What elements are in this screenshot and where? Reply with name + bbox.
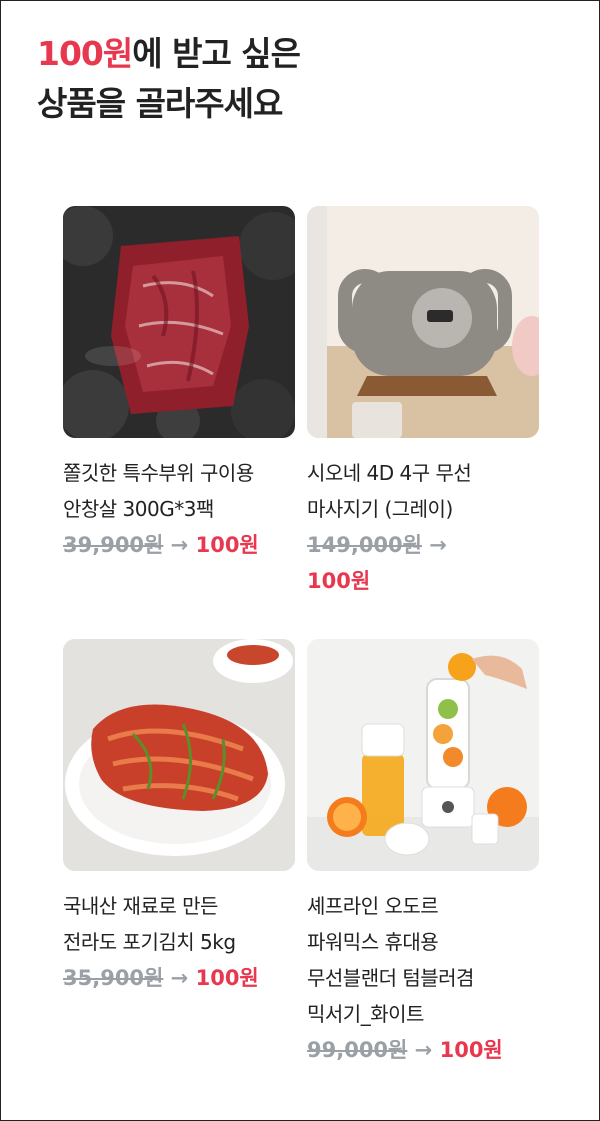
arrow-right-icon: → <box>170 966 189 990</box>
headline-line-2: 상품을 골라주세요 <box>37 84 283 123</box>
price-row-kimchi: 35,900원 → 100원 <box>63 960 295 996</box>
headline-price-accent: 100원 <box>37 34 133 73</box>
product-name-kimchi: 국내산 재료로 만든 전라도 포기김치 5kg <box>63 888 295 960</box>
original-price: 149,000원 <box>307 533 422 557</box>
product-name-beef: 쫄깃한 특수부위 구이용 안창살 300G*3팩 <box>63 455 295 527</box>
product-name-line: 마사지기 (그레이) <box>307 497 453 521</box>
product-name-line: 파워믹스 휴대용 <box>307 930 439 954</box>
product-card-massager[interactable]: 시오네 4D 4구 무선 마사지기 (그레이) 149,000원 → 100원 <box>307 206 539 599</box>
product-name-line: 무선블랜더 텀블러겸 <box>307 966 474 990</box>
sale-price: 100원 <box>439 1038 503 1062</box>
product-image-massager[interactable] <box>307 206 539 438</box>
promo-page: 100원에 받고 싶은 상품을 골라주세요 쫄깃한 특수부위 구이용 안창살 3… <box>0 0 600 1121</box>
product-name-line: 시오네 4D 4구 무선 <box>307 461 472 485</box>
product-name-line: 안창살 300G*3팩 <box>63 497 214 521</box>
beef-image <box>63 206 295 438</box>
sale-price: 100원 <box>307 569 371 593</box>
product-card-beef[interactable]: 쫄깃한 특수부위 구이용 안창살 300G*3팩 39,900원 → 100원 <box>63 206 295 563</box>
product-name-blender: 셰프라인 오도르 파워믹스 휴대용 무선블랜더 텀블러겸 믹서기_화이트 <box>307 888 539 1032</box>
product-name-massager: 시오네 4D 4구 무선 마사지기 (그레이) <box>307 455 539 527</box>
original-price: 99,000원 <box>307 1038 408 1062</box>
sale-price: 100원 <box>195 966 259 990</box>
arrow-right-icon: → <box>414 1038 433 1062</box>
sale-price: 100원 <box>195 533 259 557</box>
price-row-massager: 149,000원 → 100원 <box>307 527 539 599</box>
product-card-blender[interactable]: 셰프라인 오도르 파워믹스 휴대용 무선블랜더 텀블러겸 믹서기_화이트 99,… <box>307 639 539 1068</box>
original-price: 35,900원 <box>63 966 164 990</box>
product-name-line: 전라도 포기김치 5kg <box>63 930 236 954</box>
price-row-blender: 99,000원 → 100원 <box>307 1032 539 1068</box>
product-image-kimchi[interactable] <box>63 639 295 871</box>
page-title: 100원에 받고 싶은 상품을 골라주세요 <box>37 29 301 129</box>
product-name-line: 셰프라인 오도르 <box>307 894 439 918</box>
price-row-beef: 39,900원 → 100원 <box>63 527 295 563</box>
original-price: 39,900원 <box>63 533 164 557</box>
product-name-line: 쫄깃한 특수부위 구이용 <box>63 461 254 485</box>
headline-line-1-text: 에 받고 싶은 <box>132 34 301 73</box>
product-name-line: 국내산 재료로 만든 <box>63 894 218 918</box>
arrow-right-icon: → <box>429 533 447 557</box>
product-image-beef[interactable] <box>63 206 295 438</box>
arrow-right-icon: → <box>170 533 189 557</box>
headline-line-1: 100원에 받고 싶은 <box>37 29 301 79</box>
product-name-line: 믹서기_화이트 <box>307 1002 424 1026</box>
product-image-blender[interactable] <box>307 639 539 871</box>
massager-image <box>307 206 539 438</box>
blender-image <box>307 639 539 871</box>
kimchi-image <box>63 639 295 871</box>
product-card-kimchi[interactable]: 국내산 재료로 만든 전라도 포기김치 5kg 35,900원 → 100원 <box>63 639 295 996</box>
